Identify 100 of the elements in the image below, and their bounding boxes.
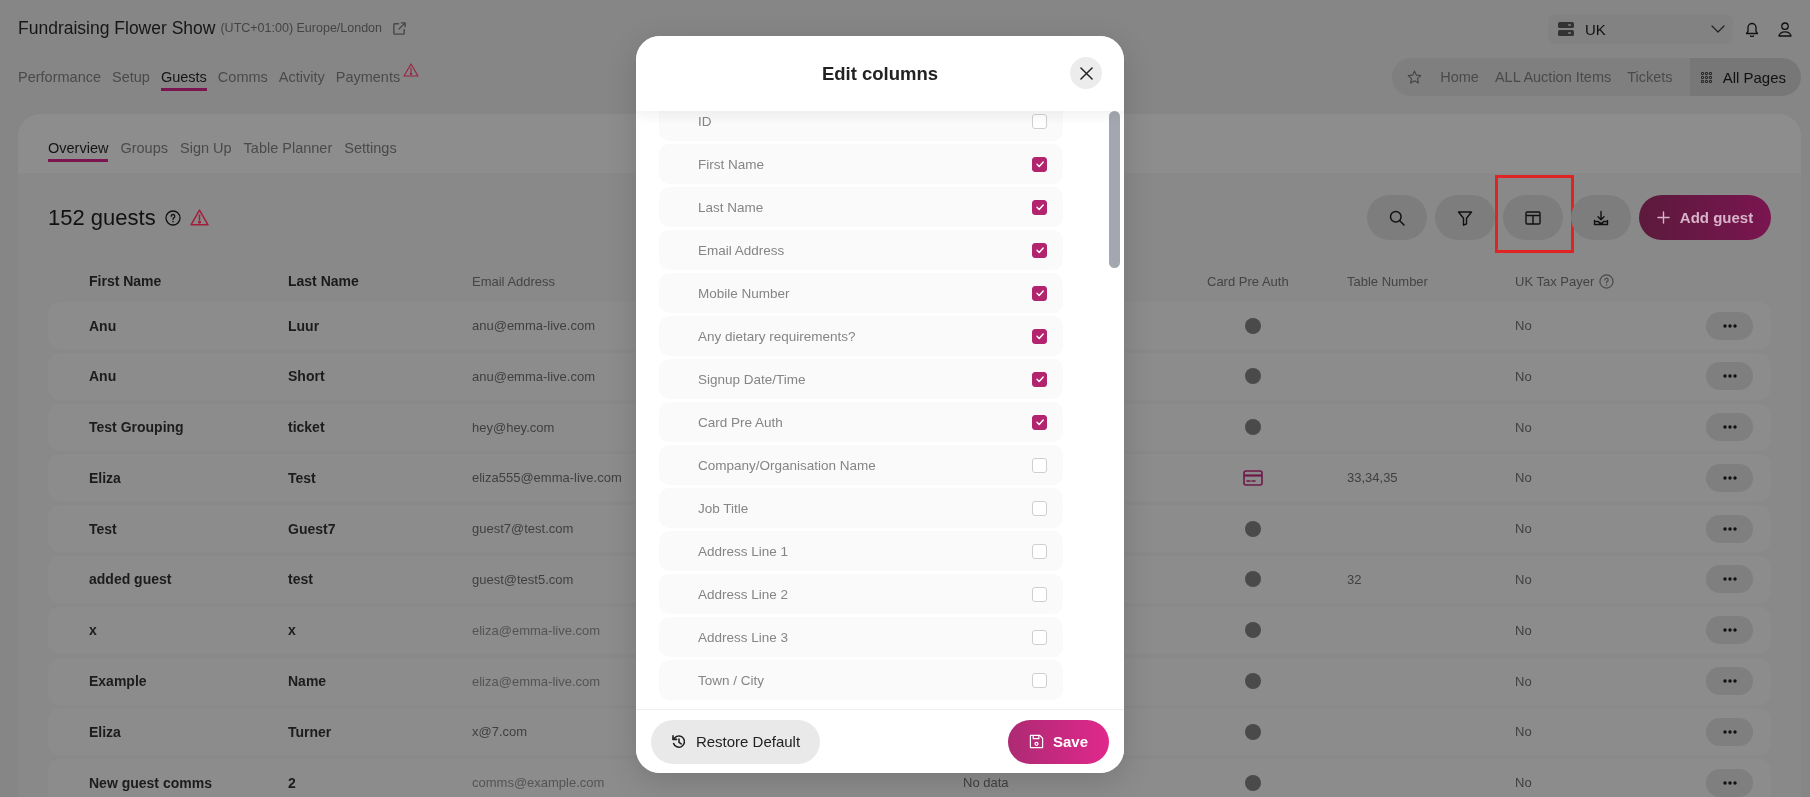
more-button[interactable] bbox=[1706, 616, 1753, 645]
region-select[interactable]: UK bbox=[1548, 14, 1733, 44]
column-option[interactable]: Company/Organisation Name bbox=[659, 445, 1063, 485]
user-icon[interactable] bbox=[1778, 21, 1792, 37]
status-dot-icon bbox=[1245, 419, 1261, 436]
nav-tab[interactable]: Comms bbox=[217, 68, 268, 91]
column-header[interactable]: First Name bbox=[89, 273, 162, 289]
checkbox[interactable] bbox=[1032, 156, 1047, 172]
table-cell: ticket bbox=[288, 419, 325, 436]
bell-icon[interactable] bbox=[1745, 21, 1759, 37]
history-icon bbox=[670, 733, 687, 750]
sub-tab[interactable]: Table Planner bbox=[243, 139, 333, 162]
event-timezone: (UTC+01:00) Europe/London bbox=[220, 21, 382, 35]
checkbox[interactable] bbox=[1032, 285, 1047, 301]
table-cell: Short bbox=[288, 368, 325, 385]
check-icon bbox=[1033, 244, 1046, 256]
credit-card-icon bbox=[1243, 469, 1263, 486]
column-option[interactable]: Job Title bbox=[659, 488, 1063, 528]
table-cell: Anu bbox=[89, 368, 117, 385]
check-icon bbox=[1033, 287, 1046, 299]
scrollbar-thumb[interactable] bbox=[1109, 111, 1120, 268]
columns-button[interactable] bbox=[1503, 195, 1563, 240]
check-icon bbox=[1033, 373, 1046, 385]
column-option[interactable]: Mobile Number bbox=[659, 273, 1063, 313]
sub-tab[interactable]: Sign Up bbox=[180, 139, 232, 162]
table-cell: Anu bbox=[89, 317, 117, 334]
table-cell: No bbox=[1515, 673, 1532, 689]
column-option[interactable]: Card Pre Auth bbox=[659, 402, 1063, 442]
nav-tab[interactable]: Activity bbox=[278, 68, 325, 91]
table-cell: No bbox=[1515, 318, 1532, 333]
external-link-icon[interactable] bbox=[392, 20, 407, 36]
more-button[interactable] bbox=[1706, 311, 1753, 340]
more-button[interactable] bbox=[1706, 667, 1753, 696]
columns-icon bbox=[1525, 209, 1541, 226]
checkbox[interactable] bbox=[1032, 371, 1047, 387]
help-icon[interactable] bbox=[164, 209, 181, 226]
column-option[interactable]: Town / City bbox=[659, 660, 1063, 700]
column-header[interactable]: Last Name bbox=[288, 273, 359, 289]
nav-tab[interactable]: Performance bbox=[18, 68, 101, 91]
table-cell: No bbox=[1515, 521, 1532, 537]
more-button[interactable] bbox=[1706, 413, 1753, 442]
more-button[interactable] bbox=[1706, 717, 1753, 746]
table-cell: 2 bbox=[288, 774, 296, 791]
search-button[interactable] bbox=[1367, 195, 1427, 240]
close-button[interactable] bbox=[1070, 57, 1102, 89]
sub-tab[interactable]: Settings bbox=[344, 139, 397, 162]
checkbox[interactable] bbox=[1032, 414, 1047, 430]
table-cell: x@7.com bbox=[472, 724, 528, 740]
column-option[interactable]: ID bbox=[659, 111, 1063, 141]
column-header[interactable]: Card Pre Auth bbox=[1207, 273, 1289, 289]
nav-tab[interactable]: Setup bbox=[112, 68, 150, 91]
column-header[interactable]: Email Address bbox=[472, 273, 556, 289]
column-option[interactable]: Any dietary requirements? bbox=[659, 316, 1063, 356]
nav-tab[interactable]: Payments bbox=[335, 68, 401, 91]
table-cell: eliza@emma-live.com bbox=[472, 622, 601, 638]
sub-tab[interactable]: Overview bbox=[48, 139, 109, 162]
save-button[interactable]: Save bbox=[1008, 719, 1109, 764]
more-button[interactable] bbox=[1706, 768, 1753, 797]
all-pages-button[interactable]: All Pages bbox=[1689, 58, 1801, 96]
more-icon bbox=[1722, 729, 1737, 734]
more-button[interactable] bbox=[1706, 362, 1753, 391]
column-option[interactable]: First Name bbox=[659, 144, 1063, 184]
table-cell: added guest bbox=[89, 571, 172, 588]
chevron-down-icon bbox=[1711, 25, 1725, 33]
table-cell: No bbox=[1515, 622, 1532, 638]
filter-button[interactable] bbox=[1435, 195, 1495, 240]
column-option[interactable]: Last Name bbox=[659, 187, 1063, 227]
star-icon[interactable] bbox=[1407, 69, 1423, 85]
table-cell: hey@hey.com bbox=[472, 419, 555, 435]
column-option[interactable]: Address Line 1 bbox=[659, 531, 1063, 571]
restore-default-button[interactable]: Restore Default bbox=[651, 719, 820, 764]
column-option[interactable]: Signup Date/Time bbox=[659, 359, 1063, 399]
more-button[interactable] bbox=[1706, 463, 1753, 492]
grid-icon bbox=[1700, 71, 1712, 83]
add-guest-button[interactable]: Add guest bbox=[1639, 195, 1771, 240]
checkbox[interactable] bbox=[1032, 242, 1047, 258]
column-option[interactable]: Email Address bbox=[659, 230, 1063, 270]
column-header[interactable]: Table Number bbox=[1347, 273, 1428, 289]
table-cell: anu@emma-live.com bbox=[472, 318, 595, 333]
more-button[interactable] bbox=[1706, 565, 1753, 594]
checkbox[interactable] bbox=[1032, 199, 1047, 215]
server-icon bbox=[1558, 22, 1574, 36]
more-button[interactable] bbox=[1706, 514, 1753, 543]
column-header[interactable]: UK Tax Payer bbox=[1515, 273, 1595, 289]
sub-tab[interactable]: Groups bbox=[120, 139, 168, 162]
close-icon bbox=[1079, 66, 1093, 80]
column-option[interactable]: Address Line 2 bbox=[659, 574, 1063, 614]
column-option[interactable]: Address Line 3 bbox=[659, 617, 1063, 657]
status-dot-icon bbox=[1245, 368, 1261, 385]
status-dot-icon bbox=[1245, 723, 1261, 740]
nav-tab[interactable]: Guests bbox=[160, 68, 207, 91]
download-button[interactable] bbox=[1571, 195, 1631, 240]
table-cell: eliza555@emma-live.com bbox=[472, 470, 622, 486]
table-cell: Test bbox=[288, 469, 316, 486]
table-cell: No bbox=[1515, 724, 1532, 740]
check-icon bbox=[1033, 158, 1046, 170]
table-cell: No data bbox=[963, 775, 1009, 791]
help-icon[interactable] bbox=[1599, 273, 1615, 289]
checkbox[interactable] bbox=[1032, 328, 1047, 344]
table-cell: anu@emma-live.com bbox=[472, 368, 595, 384]
